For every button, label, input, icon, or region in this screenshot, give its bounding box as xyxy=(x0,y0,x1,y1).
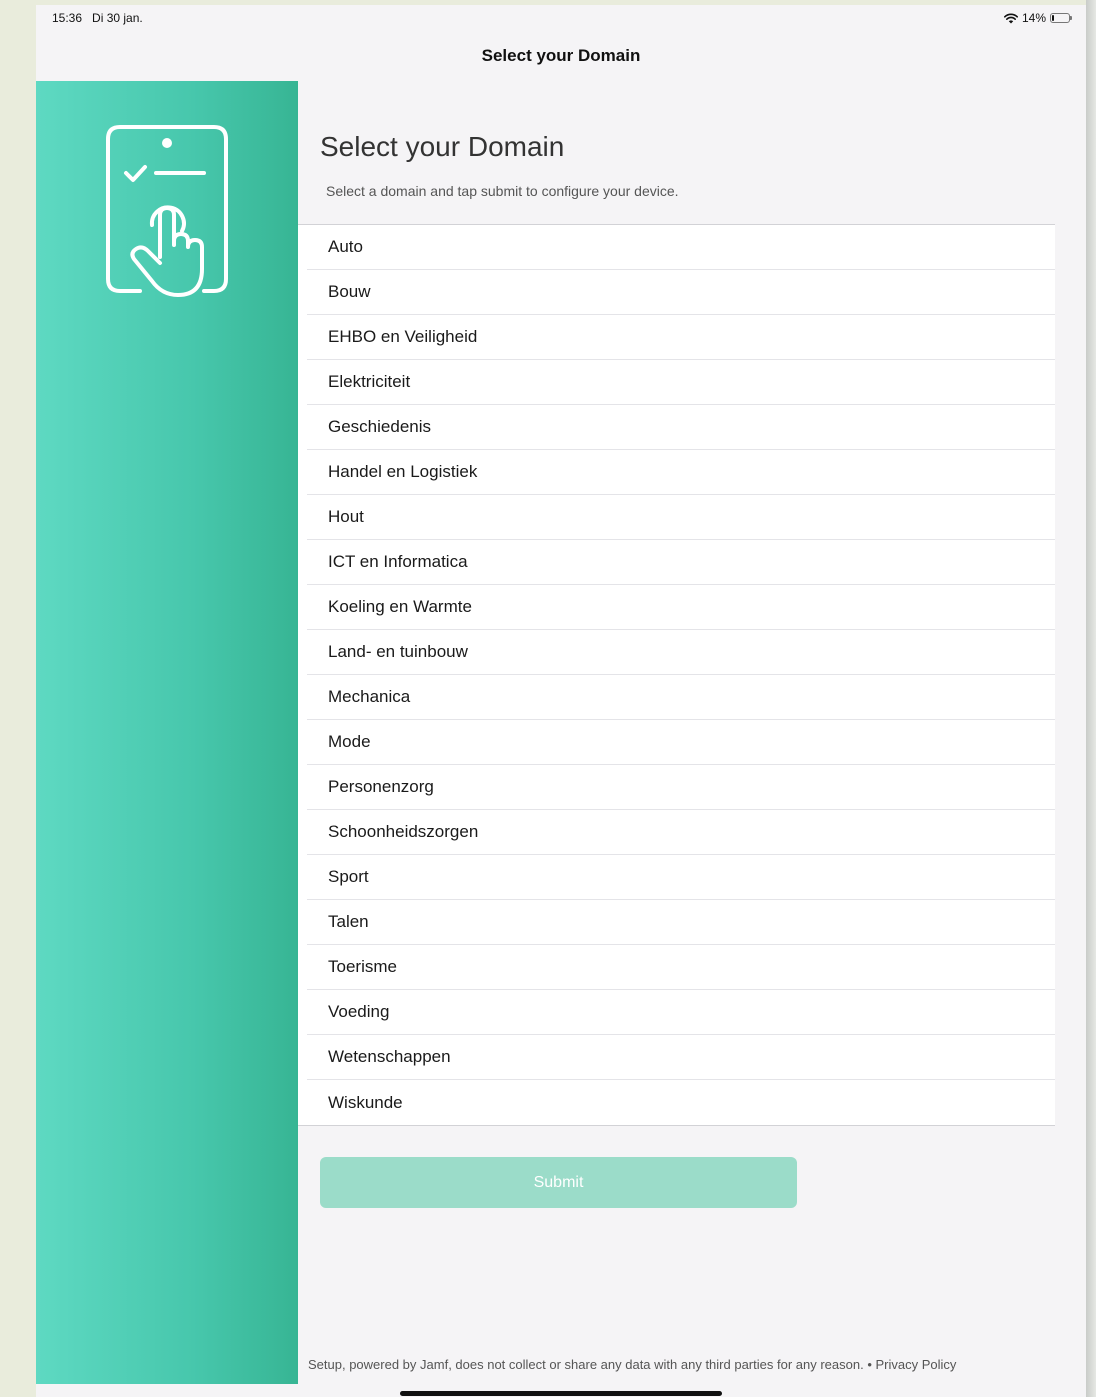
domain-list-item[interactable]: Wiskunde xyxy=(307,1080,1055,1125)
tap-checklist-icon xyxy=(106,125,228,297)
privacy-policy-link[interactable]: Privacy Policy xyxy=(876,1357,957,1372)
status-clock: 15:36 xyxy=(52,11,83,25)
home-indicator[interactable] xyxy=(400,1391,722,1396)
status-time: 15:36 Di 30 jan. xyxy=(52,11,143,25)
domain-list-item[interactable]: Sport xyxy=(307,855,1055,900)
footer-separator: • xyxy=(867,1357,872,1372)
footer-text: Setup, powered by Jamf, does not collect… xyxy=(308,1357,864,1372)
submit-button[interactable]: Submit xyxy=(320,1157,797,1208)
domain-list-item[interactable]: Handel en Logistiek xyxy=(307,450,1055,495)
domain-list-item[interactable]: Land- en tuinbouw xyxy=(307,630,1055,675)
domain-list-item[interactable]: ICT en Informatica xyxy=(307,540,1055,585)
status-indicators: 14% xyxy=(1003,11,1072,25)
domain-list-item[interactable]: Koeling en Warmte xyxy=(307,585,1055,630)
battery-icon xyxy=(1050,13,1072,23)
status-date: Di 30 jan. xyxy=(92,11,143,25)
domain-list-item[interactable]: Hout xyxy=(307,495,1055,540)
ipad-screen: 15:36 Di 30 jan. 14% Select your Domain xyxy=(36,5,1086,1397)
domain-list-item[interactable]: Talen xyxy=(307,900,1055,945)
battery-percent: 14% xyxy=(1021,11,1046,25)
status-bar: 15:36 Di 30 jan. 14% xyxy=(36,5,1086,31)
domain-list-item[interactable]: Schoonheidszorgen xyxy=(307,810,1055,855)
privacy-footer: Setup, powered by Jamf, does not collect… xyxy=(308,1357,956,1372)
sidebar xyxy=(36,81,298,1384)
device-bezel xyxy=(1086,0,1096,1397)
domain-list-item[interactable]: Elektriciteit xyxy=(307,360,1055,405)
main-content: Select your Domain Select a domain and t… xyxy=(298,81,1086,1397)
battery-level-fill xyxy=(1052,15,1054,21)
domain-list-item[interactable]: Auto xyxy=(307,225,1055,270)
domain-list-item[interactable]: Wetenschappen xyxy=(307,1035,1055,1080)
domain-list-item[interactable]: Mode xyxy=(307,720,1055,765)
page-heading: Select your Domain xyxy=(320,131,565,162)
domain-list-item[interactable]: EHBO en Veiligheid xyxy=(307,315,1055,360)
domain-list-item[interactable]: Voeding xyxy=(307,990,1055,1035)
domain-list-item[interactable]: Bouw xyxy=(307,270,1055,315)
page-subtitle: Select a domain and tap submit to config… xyxy=(326,183,679,199)
nav-title: Select your Domain xyxy=(481,46,641,65)
domain-list-item[interactable]: Personenzorg xyxy=(307,765,1055,810)
domain-list: Auto Bouw EHBO en Veiligheid Elektriciteit G… xyxy=(298,224,1055,1126)
domain-list-item[interactable]: Toerisme xyxy=(307,945,1055,990)
domain-list-item[interactable]: Geschiedenis xyxy=(307,405,1055,450)
domain-list-item[interactable]: Mechanica xyxy=(307,675,1055,720)
wifi-icon xyxy=(1003,13,1018,23)
